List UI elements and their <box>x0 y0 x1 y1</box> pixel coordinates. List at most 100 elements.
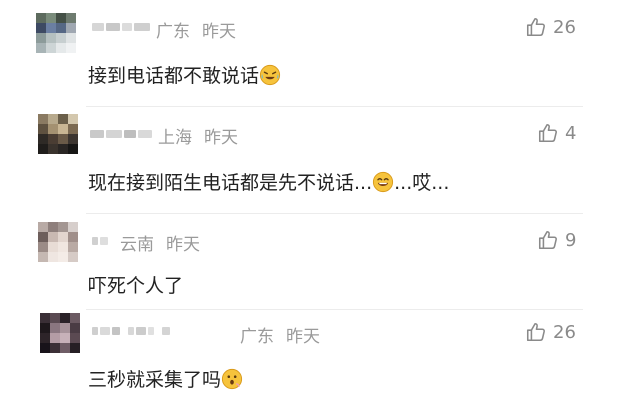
thumbs-up-icon <box>537 229 559 251</box>
avatar-pixel <box>48 124 58 134</box>
avatar-pixel <box>66 23 76 33</box>
comment-body: 接到电话都不敢说话 <box>88 65 260 87</box>
time-label: 昨天 <box>166 235 200 255</box>
avatar-pixel <box>70 313 80 323</box>
avatar-pixel <box>68 242 78 252</box>
avatar-pixel <box>48 222 58 232</box>
avatar-pixel <box>38 144 48 154</box>
comment-item: 云南 昨天 9 吓死个人了 <box>0 213 617 309</box>
avatar-pixel <box>46 23 56 33</box>
thumbs-up-icon <box>525 321 547 343</box>
comment-body-before: 现在接到陌生电话都是先不说话... <box>88 172 373 194</box>
username[interactable] <box>90 127 152 141</box>
avatar-pixel <box>36 43 46 53</box>
time-label: 昨天 <box>286 327 320 347</box>
like-count: 9 <box>565 229 577 251</box>
avatar-pixel <box>60 313 70 323</box>
avatar[interactable] <box>38 114 78 154</box>
avatar-pixel <box>38 134 48 144</box>
avatar-pixel <box>70 333 80 343</box>
avatar-pixel <box>56 23 66 33</box>
avatar-pixel <box>40 323 50 333</box>
comment-body-after: ...哎... <box>394 172 450 194</box>
comment-body: 吓死个人了 <box>88 275 184 297</box>
avatar-pixel <box>58 124 68 134</box>
avatar-pixel <box>38 114 48 124</box>
avatar-pixel <box>70 323 80 333</box>
avatar-pixel <box>66 43 76 53</box>
avatar-pixel <box>58 134 68 144</box>
avatar-pixel <box>58 232 68 242</box>
avatar-pixel <box>46 43 56 53</box>
avatar-pixel <box>48 134 58 144</box>
avatar-pixel <box>38 252 48 262</box>
comment-text: 三秒就采集了吗 <box>88 365 243 392</box>
like-button[interactable]: 26 <box>525 321 576 343</box>
avatar-pixel <box>56 13 66 23</box>
comment-text: 现在接到陌生电话都是先不说话... ...哎... <box>88 168 449 195</box>
avatar-pixel <box>56 43 66 53</box>
like-count: 26 <box>553 321 576 343</box>
avatar-pixel <box>50 343 60 353</box>
avatar-pixel <box>38 222 48 232</box>
avatar-pixel <box>48 232 58 242</box>
avatar-pixel <box>36 23 46 33</box>
hushed-face-emoji <box>221 368 243 390</box>
avatar-pixel <box>68 252 78 262</box>
avatar[interactable] <box>36 13 76 53</box>
avatar-pixel <box>56 33 66 43</box>
like-count: 26 <box>553 16 576 38</box>
time-label: 昨天 <box>202 22 236 42</box>
comment-body: 三秒就采集了吗 <box>88 369 222 391</box>
crying-laughing-emoji <box>259 64 281 86</box>
avatar-pixel <box>38 242 48 252</box>
comment-meta: 广东 昨天 <box>240 322 320 347</box>
like-button[interactable]: 26 <box>525 16 576 38</box>
time-label: 昨天 <box>204 128 238 148</box>
avatar[interactable] <box>40 313 80 353</box>
avatar-pixel <box>48 114 58 124</box>
avatar-pixel <box>58 144 68 154</box>
avatar-pixel <box>46 33 56 43</box>
avatar-pixel <box>58 252 68 262</box>
avatar-pixel <box>66 33 76 43</box>
location-label: 广东 <box>156 22 190 42</box>
username[interactable] <box>92 324 170 338</box>
avatar-pixel <box>58 242 68 252</box>
comment-text: 接到电话都不敢说话 <box>88 61 281 88</box>
avatar-pixel <box>60 323 70 333</box>
thumbs-up-icon <box>525 16 547 38</box>
avatar-pixel <box>38 124 48 134</box>
avatar-pixel <box>40 333 50 343</box>
location-label: 上海 <box>158 128 192 148</box>
avatar-pixel <box>68 232 78 242</box>
like-button[interactable]: 9 <box>537 229 576 251</box>
avatar-pixel <box>68 222 78 232</box>
avatar-pixel <box>66 13 76 23</box>
avatar-pixel <box>60 333 70 343</box>
avatar-pixel <box>40 313 50 323</box>
comment-item: 广东 昨天 26 接到电话都不敢说话 <box>0 0 617 100</box>
avatar-pixel <box>50 333 60 343</box>
avatar-pixel <box>38 232 48 242</box>
avatar-pixel <box>68 144 78 154</box>
thumbs-up-icon <box>537 122 559 144</box>
location-label: 广东 <box>240 327 274 347</box>
avatar-pixel <box>40 343 50 353</box>
avatar-pixel <box>68 114 78 124</box>
laughing-emoji <box>372 171 394 193</box>
username[interactable] <box>92 234 108 248</box>
avatar-pixel <box>50 323 60 333</box>
comment-meta: 广东 昨天 <box>156 17 236 42</box>
avatar[interactable] <box>38 222 78 262</box>
avatar-pixel <box>68 124 78 134</box>
comment-meta: 上海 昨天 <box>158 123 238 148</box>
username[interactable] <box>92 20 150 34</box>
avatar-pixel <box>60 343 70 353</box>
like-button[interactable]: 4 <box>537 122 576 144</box>
comment-text: 吓死个人了 <box>88 271 183 298</box>
like-count: 4 <box>565 122 577 144</box>
location-label: 云南 <box>120 235 154 255</box>
avatar-pixel <box>58 114 68 124</box>
avatar-pixel <box>48 252 58 262</box>
